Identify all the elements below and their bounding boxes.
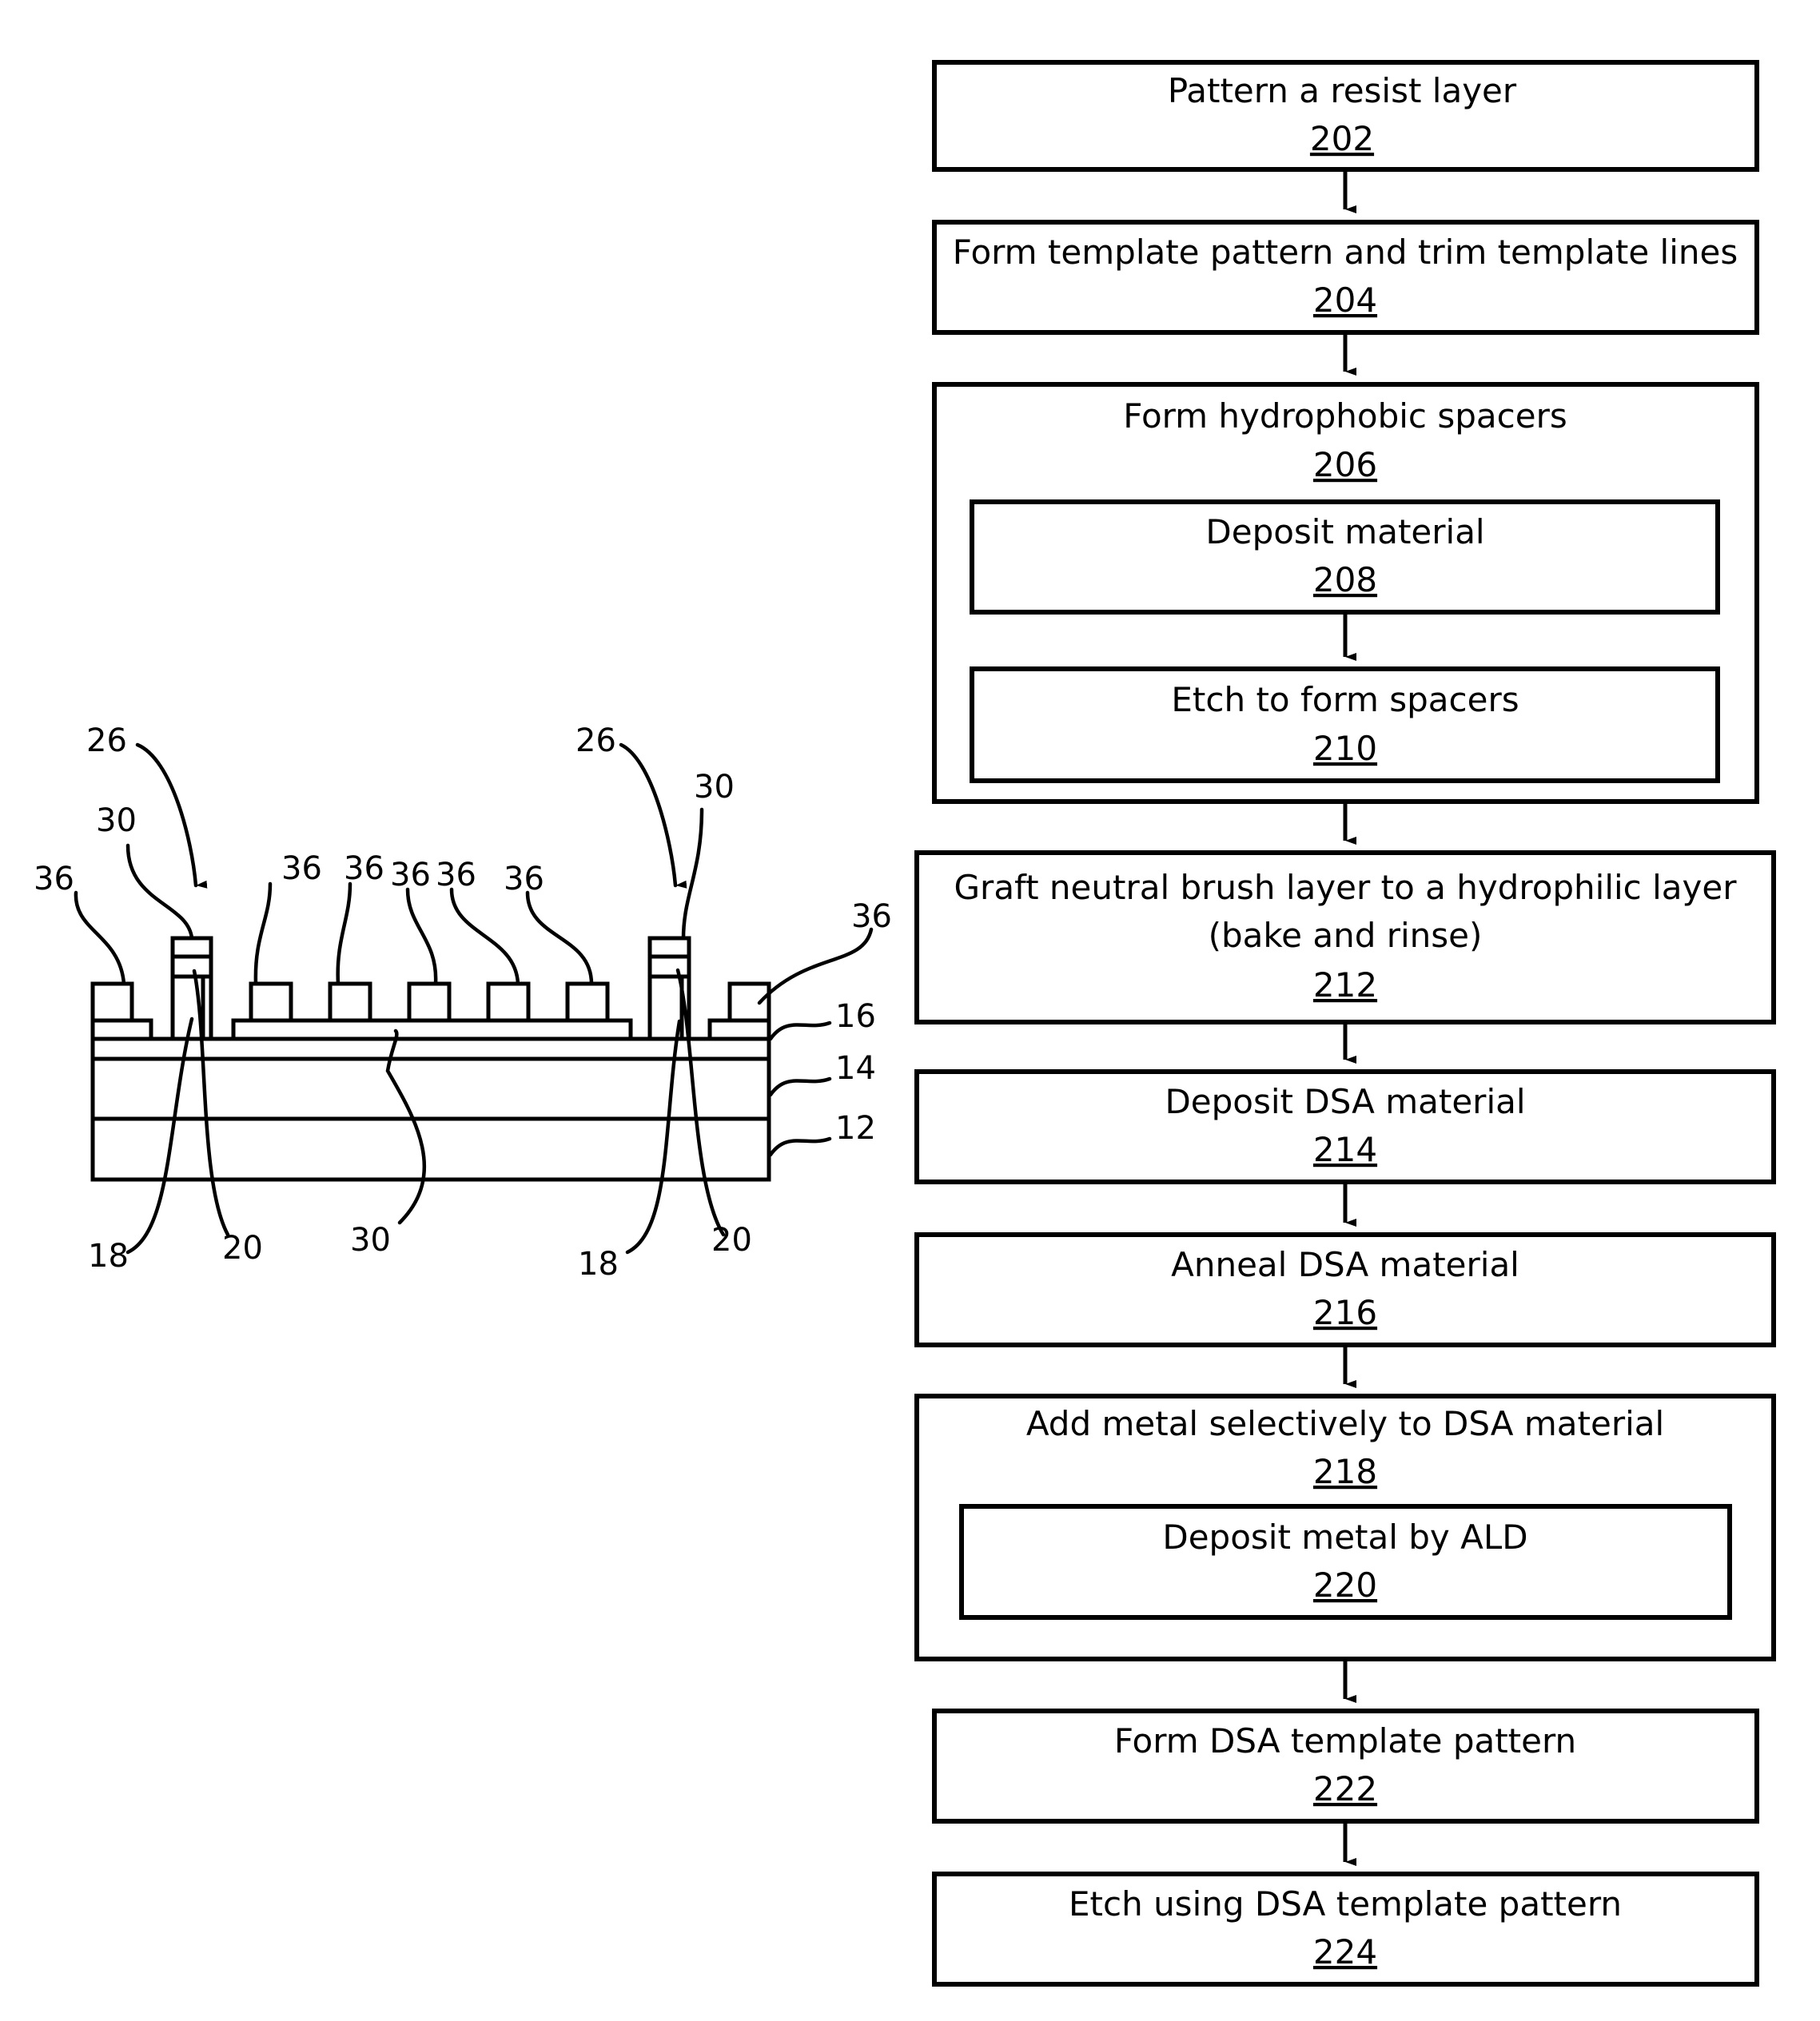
step-220: Deposit metal by ALD 220 — [959, 1504, 1732, 1620]
leader-20 — [675, 968, 726, 1237]
ref-label-20: 20 — [711, 1222, 752, 1259]
ref-label-36: 36 — [436, 857, 476, 893]
flowchart: Pattern a resist layer 202 Form template… — [914, 60, 1776, 1987]
step-224: Etch using DSA template pattern 224 — [932, 1872, 1759, 1987]
step-text: Etch using DSA template pattern — [1069, 1884, 1622, 1924]
leader-18 — [625, 1019, 682, 1255]
leader-12 — [768, 1136, 832, 1157]
step-text: Anneal DSA material — [1171, 1245, 1519, 1284]
leader-36 — [449, 887, 520, 986]
ref-label-16: 16 — [835, 998, 876, 1035]
ref-label-14: 14 — [835, 1050, 876, 1087]
ref-label-30: 30 — [694, 769, 735, 806]
step-214: Deposit DSA material 214 — [914, 1069, 1776, 1184]
step-text: Form hydrophobic spacers — [1123, 396, 1567, 436]
ref-label-30: 30 — [96, 802, 137, 839]
step-218: Add metal selectively to DSA material 21… — [914, 1394, 1776, 1661]
leader-arrow-26 — [619, 742, 687, 889]
step-202: Pattern a resist layer 202 — [932, 60, 1759, 172]
ref-label-36: 36 — [851, 898, 892, 935]
leader-30 — [681, 807, 704, 941]
step-text: Form DSA template pattern — [1114, 1721, 1576, 1760]
block-36 — [565, 981, 610, 1023]
step-ref: 214 — [1313, 1130, 1377, 1169]
step-ref: 208 — [1313, 560, 1377, 599]
ref-label-18: 18 — [88, 1238, 129, 1275]
block-36 — [249, 981, 293, 1023]
step-ref: 220 — [1313, 1565, 1377, 1605]
step-text: Add metal selectively to DSA material — [1026, 1404, 1664, 1443]
left-base-layer — [90, 1018, 153, 1041]
ref-label-20: 20 — [222, 1230, 263, 1267]
step-ref: 206 — [1313, 445, 1377, 484]
cross-section-diagram: 36 30 26 36 36 36 36 36 26 30 36 16 14 1… — [34, 722, 892, 1283]
block-36 — [407, 981, 452, 1023]
leader-36 — [405, 887, 438, 986]
leader-14 — [768, 1076, 832, 1097]
step-text: Pattern a resist layer — [1168, 71, 1517, 110]
step-text: Form template pattern and trim template … — [953, 233, 1738, 272]
leader-18 — [125, 1016, 194, 1255]
ref-label-26: 26 — [575, 722, 616, 759]
ref-label-36: 36 — [34, 861, 74, 897]
step-ref: 210 — [1313, 729, 1377, 768]
step-210: Etch to form spacers 210 — [970, 666, 1720, 783]
ref-label-12: 12 — [835, 1110, 876, 1147]
block-36 — [486, 981, 531, 1023]
step-222: Form DSA template pattern 222 — [932, 1709, 1759, 1824]
ref-label-18: 18 — [578, 1246, 619, 1283]
leader-36 — [757, 927, 874, 1005]
step-text: Deposit material — [1205, 512, 1484, 551]
leader-36 — [253, 881, 273, 986]
block-36-left — [90, 981, 134, 1023]
step-ref: 216 — [1313, 1293, 1377, 1332]
step-ref: 212 — [1313, 965, 1377, 1005]
ref-label-26: 26 — [86, 722, 127, 759]
ref-label-36: 36 — [281, 850, 322, 887]
step-ref: 222 — [1313, 1769, 1377, 1808]
step-ref: 202 — [1310, 119, 1374, 158]
middle-base-layer — [231, 1018, 633, 1041]
block-36-right — [727, 981, 771, 1023]
step-204: Form template pattern and trim template … — [932, 220, 1759, 335]
leader-16 — [768, 1020, 832, 1041]
step-ref: 218 — [1313, 1452, 1377, 1491]
step-ref: 204 — [1313, 280, 1377, 320]
leader-36 — [336, 881, 352, 986]
ref-label-30: 30 — [350, 1222, 391, 1259]
leader-arrow-26 — [135, 742, 208, 889]
ref-label-36: 36 — [344, 850, 384, 887]
step-text: Etch to form spacers — [1171, 680, 1519, 719]
step-text: Deposit metal by ALD — [1162, 1518, 1527, 1557]
step-text: Graft neutral brush layer to a hydrophil… — [954, 868, 1738, 907]
ref-label-36: 36 — [504, 861, 544, 897]
right-base-layer — [707, 1018, 771, 1041]
leader-36 — [525, 890, 594, 986]
step-212: Graft neutral brush layer to a hydrophil… — [914, 850, 1776, 1024]
step-208: Deposit material 208 — [970, 499, 1720, 615]
block-36 — [328, 981, 372, 1023]
step-text: Deposit DSA material — [1165, 1082, 1525, 1121]
ref-label-36: 36 — [390, 857, 431, 893]
step-206: Form hydrophobic spacers 206 Deposit mat… — [932, 382, 1759, 804]
patent-figure: 36 30 26 36 36 36 36 36 26 30 36 16 14 1… — [34, 60, 1776, 1987]
step-216: Anneal DSA material 216 — [914, 1232, 1776, 1347]
leader-36 — [74, 890, 126, 986]
step-ref: 224 — [1313, 1932, 1377, 1971]
step-text: (bake and rinse) — [1209, 916, 1483, 955]
leader-30 — [125, 843, 194, 941]
